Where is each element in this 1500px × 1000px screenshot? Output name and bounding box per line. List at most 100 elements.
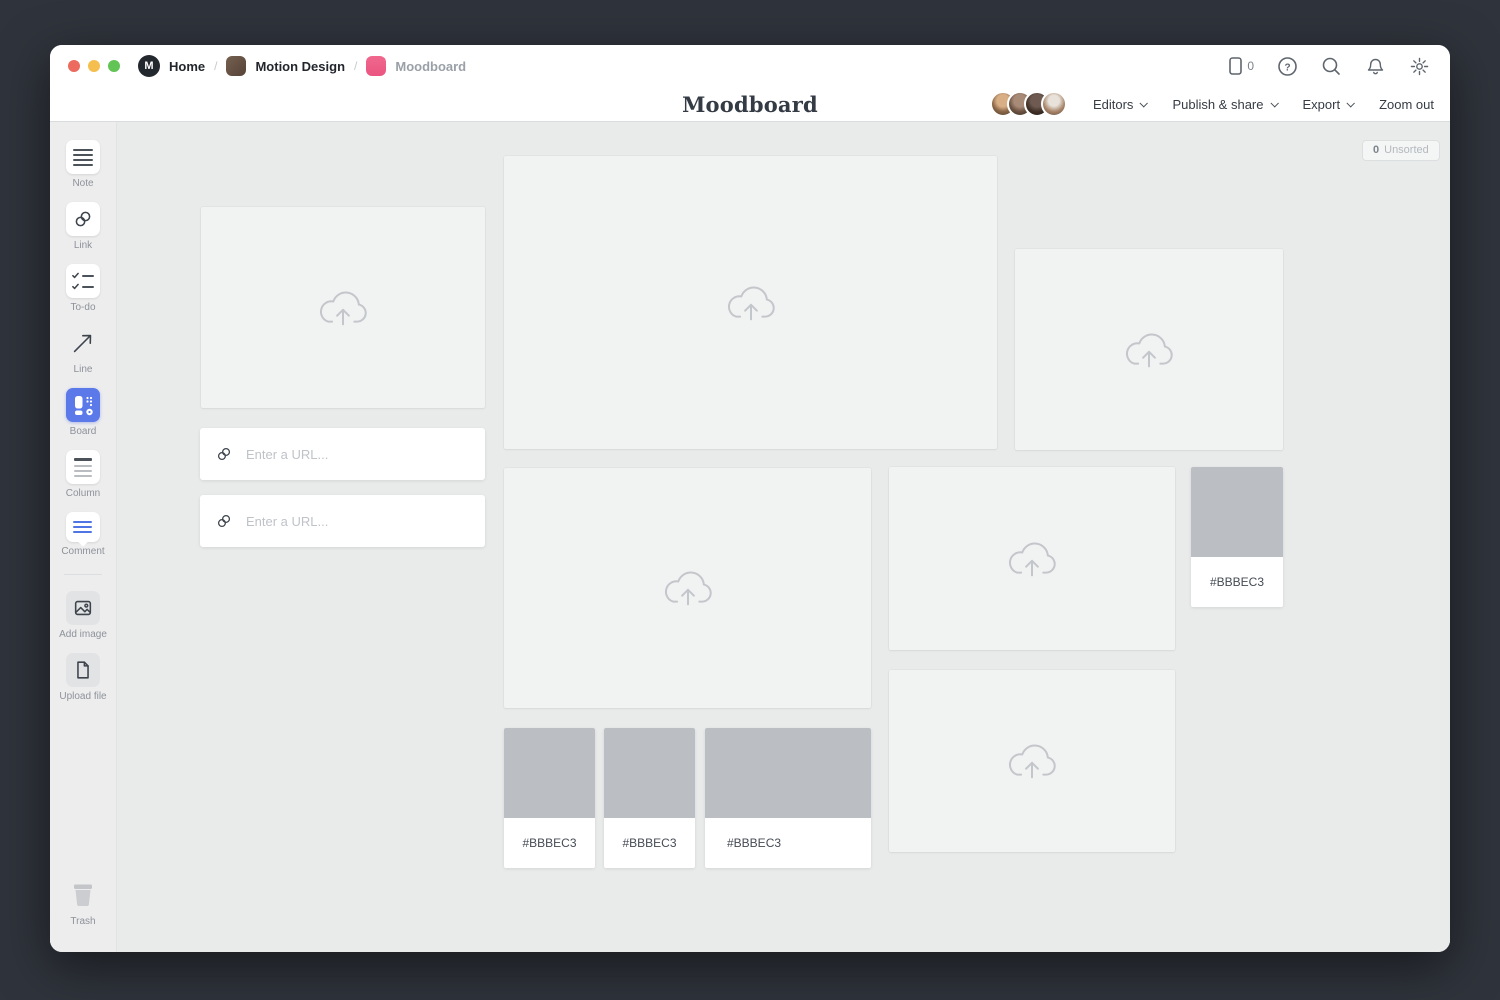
export-label: Export (1303, 97, 1341, 112)
sidebar-item-upload-file[interactable]: Upload file (59, 653, 106, 702)
color-swatch-card[interactable]: #BBBEC3 (604, 728, 695, 868)
upload-file-icon (66, 653, 100, 687)
sidebar-item-label: Column (66, 488, 100, 499)
breadcrumb: M Home / Motion Design / Moodboard (138, 55, 466, 77)
add-image-icon (66, 591, 100, 625)
url-input[interactable] (244, 513, 470, 530)
help-icon: ? (1277, 56, 1298, 77)
sidebar-item-label: Note (72, 178, 93, 189)
upload-cloud-icon (1003, 537, 1061, 581)
sidebar-item-comment[interactable]: Comment (61, 512, 104, 557)
breadcrumb-current-page: Moodboard (395, 59, 466, 74)
upload-placeholder-card[interactable] (889, 670, 1175, 852)
minimize-window-button[interactable] (88, 60, 100, 72)
color-swatch-hex: #BBBEC3 (504, 818, 595, 868)
chevron-down-icon (1270, 99, 1278, 107)
color-swatch-hex: #BBBEC3 (1191, 557, 1283, 607)
sidebar-item-link[interactable]: Link (66, 202, 100, 251)
sidebar-divider (64, 574, 102, 575)
url-card (200, 495, 485, 547)
board-header: Moodboard Editors Publish & share Export… (50, 87, 1450, 122)
upload-placeholder-card[interactable] (201, 207, 485, 408)
unsorted-label: Unsorted (1384, 144, 1429, 156)
upload-placeholder-card[interactable] (1015, 249, 1283, 450)
zoom-window-button[interactable] (108, 60, 120, 72)
color-swatch-card[interactable]: #BBBEC3 (1191, 467, 1283, 607)
window-controls (68, 60, 120, 72)
export-menu[interactable]: Export (1303, 97, 1354, 112)
tool-sidebar: Note Link To-do Line (50, 122, 117, 952)
svg-text:?: ? (1284, 62, 1290, 73)
color-swatch-fill (604, 728, 695, 818)
color-swatch-card[interactable]: #BBBEC3 (504, 728, 595, 868)
upload-cloud-icon (1120, 328, 1178, 372)
mobile-device-button[interactable]: 0 (1228, 56, 1254, 76)
editor-avatars[interactable] (990, 91, 1067, 117)
avatar (1041, 91, 1067, 117)
todo-icon (66, 264, 100, 298)
link-icon (215, 445, 233, 463)
trash-icon (66, 878, 100, 912)
sidebar-item-label: Link (74, 240, 92, 251)
chevron-down-icon (1140, 99, 1148, 107)
board-icon (66, 388, 100, 422)
color-swatch-card[interactable]: #BBBEC3 (705, 728, 871, 868)
sidebar-item-column[interactable]: Column (66, 450, 100, 499)
sidebar-item-label: Comment (61, 546, 104, 557)
breadcrumb-project[interactable]: Motion Design (255, 59, 345, 74)
phone-icon (1228, 56, 1243, 76)
url-input[interactable] (244, 446, 470, 463)
unsorted-count: 0 (1373, 144, 1379, 156)
sidebar-item-trash[interactable]: Trash (66, 878, 100, 927)
line-arrow-icon (66, 326, 100, 360)
breadcrumb-home[interactable]: Home (169, 59, 205, 74)
sidebar-item-add-image[interactable]: Add image (59, 591, 107, 640)
breadcrumb-separator: / (214, 59, 217, 73)
search-button[interactable] (1321, 56, 1342, 77)
link-icon (66, 202, 100, 236)
device-count: 0 (1247, 59, 1254, 73)
app-window: M Home / Motion Design / Moodboard 0 ? (50, 45, 1450, 952)
board-thumbnail-icon[interactable] (366, 56, 386, 76)
upload-cloud-icon (314, 286, 372, 330)
upload-cloud-icon (722, 281, 780, 325)
sidebar-item-board[interactable]: Board (66, 388, 100, 437)
zoom-out-label: Zoom out (1379, 97, 1434, 112)
link-icon (215, 512, 233, 530)
header-actions: Editors Publish & share Export Zoom out (990, 87, 1434, 121)
upload-placeholder-card[interactable] (504, 156, 997, 449)
close-window-button[interactable] (68, 60, 80, 72)
editors-menu[interactable]: Editors (1093, 97, 1146, 112)
unsorted-badge[interactable]: 0 Unsorted (1362, 140, 1440, 161)
search-icon (1321, 56, 1342, 77)
sidebar-item-note[interactable]: Note (66, 140, 100, 189)
project-thumbnail-icon[interactable] (226, 56, 246, 76)
sidebar-item-label: Upload file (59, 691, 106, 702)
help-button[interactable]: ? (1277, 56, 1298, 77)
zoom-out-button[interactable]: Zoom out (1379, 97, 1434, 112)
sidebar-item-todo[interactable]: To-do (66, 264, 100, 313)
publish-share-menu[interactable]: Publish & share (1172, 97, 1276, 112)
note-icon (66, 140, 100, 174)
color-swatch-hex: #BBBEC3 (604, 818, 695, 868)
color-swatch-fill (705, 728, 871, 818)
comment-icon (66, 512, 100, 542)
gear-icon (1409, 56, 1430, 77)
upload-placeholder-card[interactable] (504, 468, 871, 708)
upload-cloud-icon (1003, 739, 1061, 783)
notifications-button[interactable] (1365, 56, 1386, 77)
app-logo-icon[interactable]: M (138, 55, 160, 77)
board-canvas[interactable]: 0 Unsorted (117, 122, 1450, 952)
publish-share-label: Publish & share (1172, 97, 1263, 112)
sidebar-item-label: Add image (59, 629, 107, 640)
sidebar-item-line[interactable]: Line (66, 326, 100, 375)
editors-label: Editors (1093, 97, 1133, 112)
sidebar-item-label: To-do (70, 302, 95, 313)
breadcrumb-separator: / (354, 59, 357, 73)
settings-button[interactable] (1409, 56, 1430, 77)
color-swatch-fill (504, 728, 595, 818)
upload-placeholder-card[interactable] (889, 467, 1175, 650)
upload-cloud-icon (659, 566, 717, 610)
column-icon (66, 450, 100, 484)
color-swatch-fill (1191, 467, 1283, 557)
